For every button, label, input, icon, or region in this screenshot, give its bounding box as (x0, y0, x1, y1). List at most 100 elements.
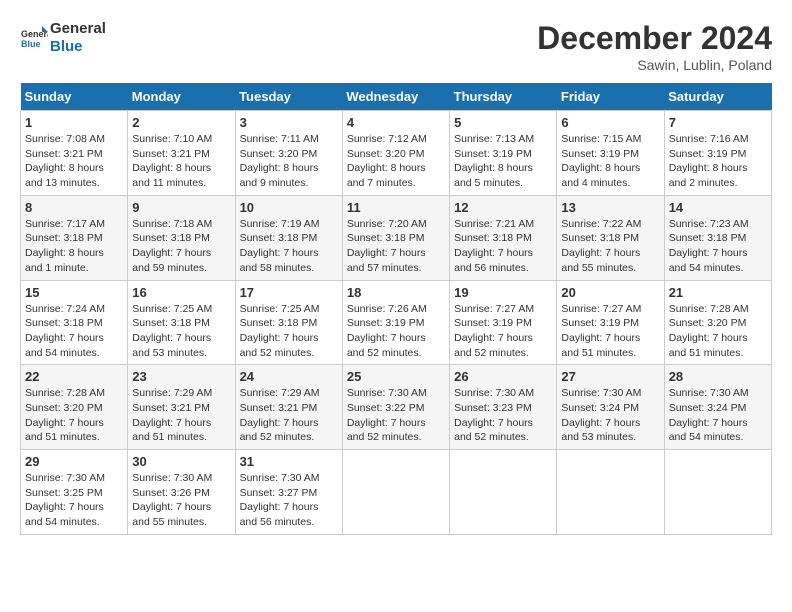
day-number: 14 (669, 200, 767, 215)
calendar-cell: 23 Sunrise: 7:29 AMSunset: 3:21 PMDaylig… (128, 365, 235, 450)
day-number: 3 (240, 115, 338, 130)
day-info: Sunrise: 7:30 AMSunset: 3:24 PMDaylight:… (561, 386, 659, 445)
day-number: 12 (454, 200, 552, 215)
day-number: 9 (132, 200, 230, 215)
day-number: 6 (561, 115, 659, 130)
day-number: 13 (561, 200, 659, 215)
calendar-cell: 24 Sunrise: 7:29 AMSunset: 3:21 PMDaylig… (235, 365, 342, 450)
day-number: 15 (25, 285, 123, 300)
day-number: 2 (132, 115, 230, 130)
calendar-cell: 9 Sunrise: 7:18 AMSunset: 3:18 PMDayligh… (128, 195, 235, 280)
calendar-cell: 12 Sunrise: 7:21 AMSunset: 3:18 PMDaylig… (450, 195, 557, 280)
weekday-header: Friday (557, 83, 664, 111)
day-info: Sunrise: 7:25 AMSunset: 3:18 PMDaylight:… (240, 302, 338, 361)
day-info: Sunrise: 7:29 AMSunset: 3:21 PMDaylight:… (240, 386, 338, 445)
day-number: 22 (25, 369, 123, 384)
calendar-cell: 19 Sunrise: 7:27 AMSunset: 3:19 PMDaylig… (450, 280, 557, 365)
day-info: Sunrise: 7:30 AMSunset: 3:27 PMDaylight:… (240, 471, 338, 530)
logo-line2: Blue (50, 38, 106, 56)
calendar-cell: 22 Sunrise: 7:28 AMSunset: 3:20 PMDaylig… (21, 365, 128, 450)
day-info: Sunrise: 7:13 AMSunset: 3:19 PMDaylight:… (454, 132, 552, 191)
day-number: 16 (132, 285, 230, 300)
day-info: Sunrise: 7:08 AMSunset: 3:21 PMDaylight:… (25, 132, 123, 191)
day-info: Sunrise: 7:24 AMSunset: 3:18 PMDaylight:… (25, 302, 123, 361)
day-info: Sunrise: 7:28 AMSunset: 3:20 PMDaylight:… (669, 302, 767, 361)
day-info: Sunrise: 7:27 AMSunset: 3:19 PMDaylight:… (561, 302, 659, 361)
calendar-cell: 3 Sunrise: 7:11 AMSunset: 3:20 PMDayligh… (235, 111, 342, 196)
day-number: 29 (25, 454, 123, 469)
day-number: 19 (454, 285, 552, 300)
calendar-cell: 25 Sunrise: 7:30 AMSunset: 3:22 PMDaylig… (342, 365, 449, 450)
day-info: Sunrise: 7:16 AMSunset: 3:19 PMDaylight:… (669, 132, 767, 191)
calendar-cell (557, 450, 664, 535)
calendar-cell: 21 Sunrise: 7:28 AMSunset: 3:20 PMDaylig… (664, 280, 771, 365)
weekday-header: Wednesday (342, 83, 449, 111)
day-number: 11 (347, 200, 445, 215)
day-info: Sunrise: 7:19 AMSunset: 3:18 PMDaylight:… (240, 217, 338, 276)
calendar-cell: 17 Sunrise: 7:25 AMSunset: 3:18 PMDaylig… (235, 280, 342, 365)
day-number: 31 (240, 454, 338, 469)
day-info: Sunrise: 7:30 AMSunset: 3:22 PMDaylight:… (347, 386, 445, 445)
day-info: Sunrise: 7:25 AMSunset: 3:18 PMDaylight:… (132, 302, 230, 361)
calendar-cell: 16 Sunrise: 7:25 AMSunset: 3:18 PMDaylig… (128, 280, 235, 365)
calendar-week-row: 29 Sunrise: 7:30 AMSunset: 3:25 PMDaylig… (21, 450, 772, 535)
day-number: 27 (561, 369, 659, 384)
calendar-week-row: 15 Sunrise: 7:24 AMSunset: 3:18 PMDaylig… (21, 280, 772, 365)
calendar-cell: 26 Sunrise: 7:30 AMSunset: 3:23 PMDaylig… (450, 365, 557, 450)
logo-icon: General Blue (20, 24, 48, 52)
day-info: Sunrise: 7:30 AMSunset: 3:26 PMDaylight:… (132, 471, 230, 530)
calendar-header-row: SundayMondayTuesdayWednesdayThursdayFrid… (21, 83, 772, 111)
day-info: Sunrise: 7:27 AMSunset: 3:19 PMDaylight:… (454, 302, 552, 361)
day-info: Sunrise: 7:30 AMSunset: 3:25 PMDaylight:… (25, 471, 123, 530)
day-number: 5 (454, 115, 552, 130)
day-info: Sunrise: 7:28 AMSunset: 3:20 PMDaylight:… (25, 386, 123, 445)
calendar-cell: 10 Sunrise: 7:19 AMSunset: 3:18 PMDaylig… (235, 195, 342, 280)
day-info: Sunrise: 7:30 AMSunset: 3:23 PMDaylight:… (454, 386, 552, 445)
day-number: 10 (240, 200, 338, 215)
calendar-cell: 30 Sunrise: 7:30 AMSunset: 3:26 PMDaylig… (128, 450, 235, 535)
calendar-cell: 11 Sunrise: 7:20 AMSunset: 3:18 PMDaylig… (342, 195, 449, 280)
day-info: Sunrise: 7:26 AMSunset: 3:19 PMDaylight:… (347, 302, 445, 361)
calendar-cell: 1 Sunrise: 7:08 AMSunset: 3:21 PMDayligh… (21, 111, 128, 196)
calendar-cell: 2 Sunrise: 7:10 AMSunset: 3:21 PMDayligh… (128, 111, 235, 196)
day-number: 1 (25, 115, 123, 130)
weekday-header: Tuesday (235, 83, 342, 111)
day-info: Sunrise: 7:15 AMSunset: 3:19 PMDaylight:… (561, 132, 659, 191)
calendar-week-row: 1 Sunrise: 7:08 AMSunset: 3:21 PMDayligh… (21, 111, 772, 196)
day-info: Sunrise: 7:30 AMSunset: 3:24 PMDaylight:… (669, 386, 767, 445)
day-number: 26 (454, 369, 552, 384)
weekday-header: Saturday (664, 83, 771, 111)
day-number: 23 (132, 369, 230, 384)
day-number: 8 (25, 200, 123, 215)
calendar-cell: 14 Sunrise: 7:23 AMSunset: 3:18 PMDaylig… (664, 195, 771, 280)
month-title: December 2024 (537, 20, 772, 57)
calendar-week-row: 8 Sunrise: 7:17 AMSunset: 3:18 PMDayligh… (21, 195, 772, 280)
day-number: 17 (240, 285, 338, 300)
weekday-header: Thursday (450, 83, 557, 111)
day-number: 30 (132, 454, 230, 469)
weekday-header: Monday (128, 83, 235, 111)
calendar-cell: 8 Sunrise: 7:17 AMSunset: 3:18 PMDayligh… (21, 195, 128, 280)
calendar-table: SundayMondayTuesdayWednesdayThursdayFrid… (20, 83, 772, 535)
day-number: 4 (347, 115, 445, 130)
title-block: December 2024 Sawin, Lublin, Poland (537, 20, 772, 73)
calendar-cell: 7 Sunrise: 7:16 AMSunset: 3:19 PMDayligh… (664, 111, 771, 196)
calendar-cell (342, 450, 449, 535)
day-info: Sunrise: 7:11 AMSunset: 3:20 PMDaylight:… (240, 132, 338, 191)
calendar-cell: 20 Sunrise: 7:27 AMSunset: 3:19 PMDaylig… (557, 280, 664, 365)
calendar-cell: 18 Sunrise: 7:26 AMSunset: 3:19 PMDaylig… (342, 280, 449, 365)
logo-line1: General (50, 20, 106, 38)
day-number: 25 (347, 369, 445, 384)
day-info: Sunrise: 7:18 AMSunset: 3:18 PMDaylight:… (132, 217, 230, 276)
calendar-cell: 29 Sunrise: 7:30 AMSunset: 3:25 PMDaylig… (21, 450, 128, 535)
day-info: Sunrise: 7:17 AMSunset: 3:18 PMDaylight:… (25, 217, 123, 276)
day-number: 18 (347, 285, 445, 300)
day-info: Sunrise: 7:21 AMSunset: 3:18 PMDaylight:… (454, 217, 552, 276)
calendar-cell: 4 Sunrise: 7:12 AMSunset: 3:20 PMDayligh… (342, 111, 449, 196)
calendar-cell: 15 Sunrise: 7:24 AMSunset: 3:18 PMDaylig… (21, 280, 128, 365)
day-number: 7 (669, 115, 767, 130)
weekday-header: Sunday (21, 83, 128, 111)
day-info: Sunrise: 7:29 AMSunset: 3:21 PMDaylight:… (132, 386, 230, 445)
calendar-cell: 13 Sunrise: 7:22 AMSunset: 3:18 PMDaylig… (557, 195, 664, 280)
day-info: Sunrise: 7:10 AMSunset: 3:21 PMDaylight:… (132, 132, 230, 191)
